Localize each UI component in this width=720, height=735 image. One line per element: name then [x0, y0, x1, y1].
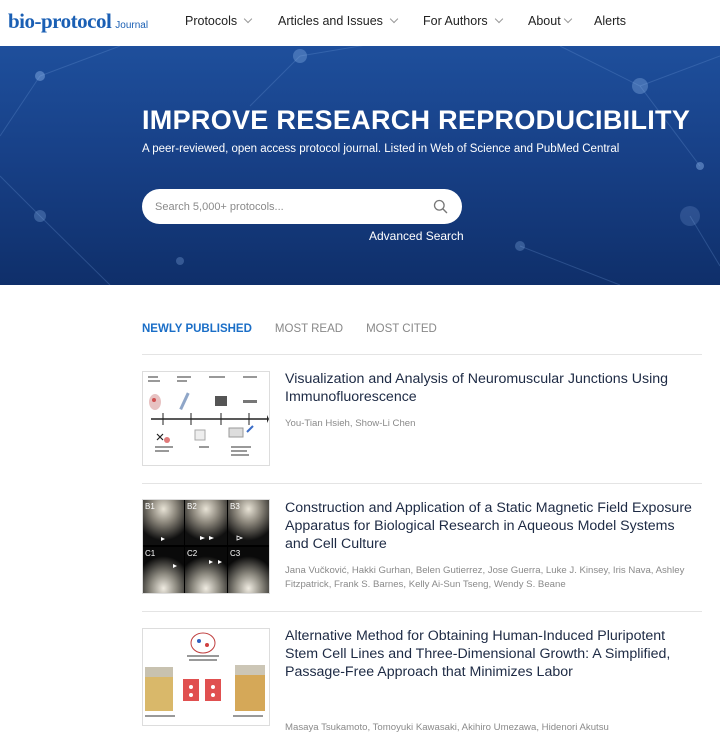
article-thumbnail[interactable]: B1 B2 B3 C1 C2 C3	[142, 499, 270, 594]
article-item: Alternative Method for Obtaining Human-I…	[142, 611, 702, 733]
article-authors: Jana Vučković, Hakki Gurhan, Belen Gutie…	[285, 565, 685, 590]
logo-subtitle: Journal	[115, 20, 149, 31]
article-thumbnail[interactable]	[142, 628, 270, 726]
panel-label: C2	[187, 549, 198, 558]
search-input[interactable]	[155, 189, 425, 224]
top-navbar: bio-protocol Journal Protocols Articles …	[0, 0, 720, 46]
panel-label: C1	[145, 549, 156, 558]
article-authors: You-Tian Hsieh, Show-Li Chen	[285, 418, 416, 429]
network-background-graphic	[0, 46, 720, 285]
tab-most-cited[interactable]: MOST CITED	[366, 323, 437, 335]
tab-newly-published[interactable]: NEWLY PUBLISHED	[142, 323, 252, 335]
chevron-down-icon	[389, 14, 399, 24]
hero-subtitle: A peer-reviewed, open access protocol jo…	[142, 143, 620, 155]
article-tabs: NEWLY PUBLISHED MOST READ MOST CITED	[142, 323, 460, 335]
article-title[interactable]: Construction and Application of a Static…	[285, 499, 700, 553]
panel-label: B2	[187, 502, 197, 511]
site-logo[interactable]: bio-protocol Journal	[8, 9, 148, 34]
nav-protocols[interactable]: Protocols	[185, 14, 253, 28]
article-item: B1 B2 B3 C1 C2 C3 Construction and Appli…	[142, 483, 702, 611]
hero-title: IMPROVE RESEARCH REPRODUCIBILITY	[142, 105, 691, 135]
panel-label: B3	[230, 502, 240, 511]
search-icon[interactable]	[433, 199, 448, 214]
nav-label: Articles and Issues	[278, 14, 383, 28]
nav-for-authors[interactable]: For Authors	[423, 14, 503, 28]
nav-label: For Authors	[423, 14, 488, 28]
chevron-down-icon	[494, 14, 503, 24]
article-authors: Masaya Tsukamoto, Tomoyuki Kawasaki, Aki…	[285, 722, 609, 733]
hero-banner: IMPROVE RESEARCH REPRODUCIBILITY A peer-…	[0, 46, 720, 285]
nav-about[interactable]: About	[528, 14, 572, 28]
nav-label: Alerts	[594, 14, 626, 28]
logo-wordmark: bio-protocol	[8, 9, 112, 33]
protocol-schematic-image	[148, 376, 269, 456]
article-thumbnail[interactable]	[142, 371, 270, 466]
article-item: Visualization and Analysis of Neuromuscu…	[142, 354, 702, 483]
panel-label: B1	[145, 502, 155, 511]
advanced-search-link[interactable]: Advanced Search	[369, 229, 464, 243]
nav-label: About	[528, 14, 561, 28]
nav-label: Protocols	[185, 14, 238, 28]
nav-alerts[interactable]: Alerts	[594, 14, 626, 28]
chevron-down-icon	[243, 14, 253, 24]
tab-most-read[interactable]: MOST READ	[275, 323, 343, 335]
search-box	[142, 189, 462, 224]
cell-culture-illustration	[145, 632, 265, 717]
article-title[interactable]: Alternative Method for Obtaining Human-I…	[285, 627, 700, 681]
panel-label: C3	[230, 549, 241, 558]
article-title[interactable]: Visualization and Analysis of Neuromuscu…	[285, 370, 700, 406]
chevron-down-icon	[563, 14, 572, 24]
microscopy-panel-image: B1 B2 B3 C1 C2 C3	[143, 500, 269, 593]
nav-articles-and-issues[interactable]: Articles and Issues	[278, 14, 399, 28]
